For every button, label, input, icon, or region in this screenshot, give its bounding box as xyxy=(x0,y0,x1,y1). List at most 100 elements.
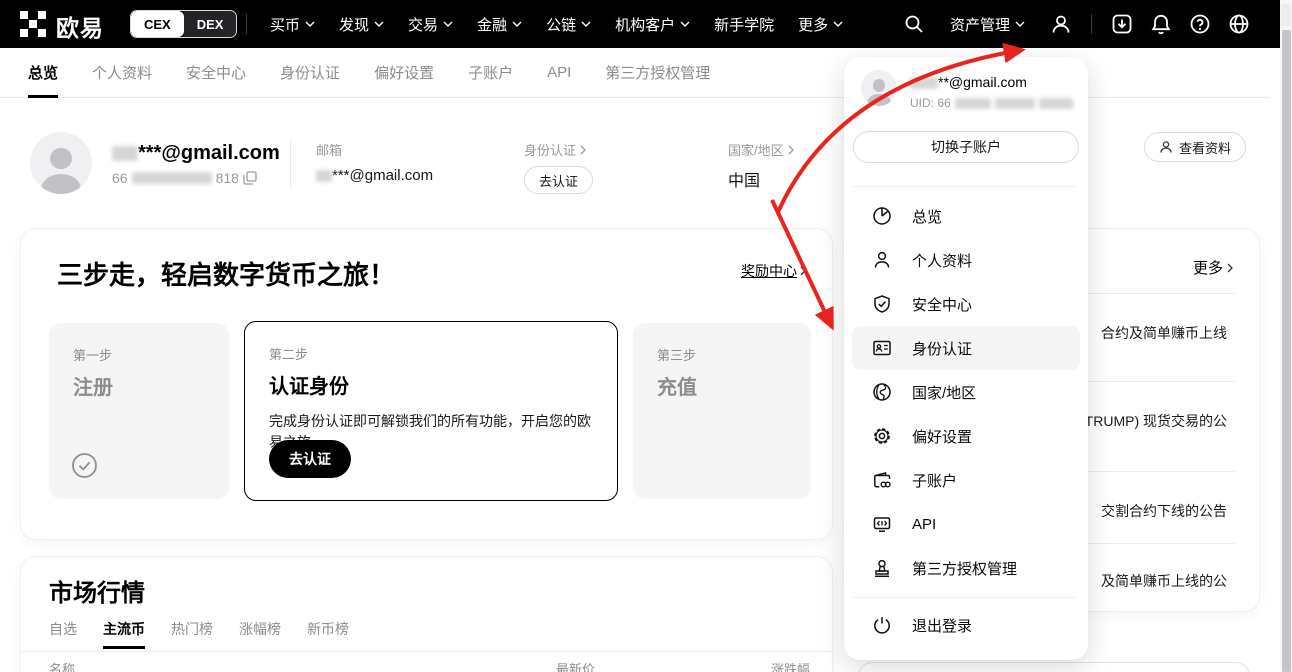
menu-subaccounts[interactable]: 子账户 xyxy=(852,458,1080,502)
market-tab-hot[interactable]: 热门榜 xyxy=(171,619,213,649)
toggle-dex[interactable]: DEX xyxy=(184,11,237,37)
market-card: 市场行情 自选 主流币 热门榜 涨幅榜 新币榜 名称 最新价 涨跌幅 xyxy=(20,556,833,672)
search-icon[interactable] xyxy=(903,13,925,35)
tab-preferences[interactable]: 偏好设置 xyxy=(374,48,434,98)
market-tab-favorites[interactable]: 自选 xyxy=(49,619,77,649)
globe-icon[interactable] xyxy=(1228,13,1250,35)
step-title: 充值 xyxy=(657,371,787,400)
tab-identity-verification[interactable]: 身份认证 xyxy=(280,48,340,98)
kyc-field: 身份认证 去认证 xyxy=(524,140,593,194)
column-change: 涨跌幅 xyxy=(771,659,810,672)
stamp-icon xyxy=(872,558,892,578)
market-tab-new[interactable]: 新币榜 xyxy=(307,619,349,649)
help-icon[interactable] xyxy=(1189,13,1211,35)
download-icon[interactable] xyxy=(1111,13,1133,35)
gear-icon xyxy=(872,426,892,446)
announcement-item[interactable]: 交割合约下线的公告 xyxy=(1101,501,1227,521)
step-deposit-card: 第三步 充值 xyxy=(633,323,811,499)
bell-icon[interactable] xyxy=(1150,13,1172,35)
onboarding-card: 三步走，轻启数字货币之旅！ 奖励中心 第一步 注册 第二步 认证身份 完成身份认… xyxy=(20,228,833,540)
dropdown-email: **@gmail.com xyxy=(910,74,1027,90)
okx-account-overview-page: 欧易 CEX DEX 买币 发现 交易 金融 公链 机构客户 新手学院 更多 资… xyxy=(0,0,1292,672)
email-field: 邮箱 ***@gmail.com xyxy=(316,140,433,184)
cex-dex-toggle: CEX DEX xyxy=(130,10,237,38)
tab-api[interactable]: API xyxy=(547,48,571,98)
chevron-right-icon xyxy=(800,266,806,276)
announcements-more-link[interactable]: 更多 xyxy=(1193,257,1233,278)
nav-chains[interactable]: 公链 xyxy=(546,14,591,35)
background-panel xyxy=(858,662,1250,672)
scrollbar-thumb[interactable] xyxy=(1282,30,1291,672)
divider xyxy=(21,651,832,652)
dropdown-menu: 总览 个人资料 安全中心 身份认证 国家/地区 偏好设置 xyxy=(852,194,1080,590)
tab-overview[interactable]: 总览 xyxy=(28,48,58,98)
step-register-card: 第一步 注册 xyxy=(49,323,229,499)
kyc-label[interactable]: 身份认证 xyxy=(524,140,593,159)
account-icon[interactable] xyxy=(1050,13,1072,35)
chevron-right-icon xyxy=(580,145,586,155)
nav-trade[interactable]: 交易 xyxy=(408,14,453,35)
menu-preferences[interactable]: 偏好设置 xyxy=(852,414,1080,458)
menu-security-center[interactable]: 安全中心 xyxy=(852,282,1080,326)
email-label: 邮箱 xyxy=(316,140,433,159)
globe-icon xyxy=(872,382,892,402)
id-card-icon xyxy=(872,338,892,358)
column-name: 名称 xyxy=(49,659,75,672)
chevron-down-icon xyxy=(512,21,522,27)
market-tab-mainstream[interactable]: 主流币 xyxy=(103,619,145,649)
menu-third-party-auth[interactable]: 第三方授权管理 xyxy=(852,546,1080,590)
menu-api[interactable]: API xyxy=(852,502,1080,546)
assets-menu[interactable]: 资产管理 xyxy=(950,14,1025,35)
divider xyxy=(853,186,1076,187)
navbar-right-cluster: 资产管理 xyxy=(903,0,1250,48)
dropdown-uid: UID: 66 xyxy=(910,96,1073,110)
tab-personal-info[interactable]: 个人资料 xyxy=(92,48,152,98)
nav-discover[interactable]: 发现 xyxy=(339,14,384,35)
okx-logo-icon[interactable] xyxy=(20,11,46,37)
region-label[interactable]: 国家/地区 xyxy=(728,140,794,159)
account-dropdown: **@gmail.com UID: 66 切换子账户 总览 个人资料 安全中心 … xyxy=(844,57,1088,660)
pie-chart-icon xyxy=(872,206,892,226)
nav-more[interactable]: 更多 xyxy=(798,14,843,35)
step-number: 第二步 xyxy=(269,344,593,363)
dropdown-logout-section: 退出登录 xyxy=(852,603,1080,647)
nav-finance[interactable]: 金融 xyxy=(477,14,522,35)
divider xyxy=(853,597,1076,598)
chevron-down-icon xyxy=(1015,21,1025,27)
menu-identity-verification[interactable]: 身份认证 xyxy=(852,326,1080,370)
tab-security-center[interactable]: 安全中心 xyxy=(186,48,246,98)
scrollbar-up-button[interactable] xyxy=(1281,4,1291,26)
nav-institutions[interactable]: 机构客户 xyxy=(615,14,690,35)
toggle-cex[interactable]: CEX xyxy=(131,11,184,37)
divider xyxy=(290,140,291,188)
brand-name[interactable]: 欧易 xyxy=(56,9,104,43)
view-profile-button[interactable]: 查看资料 xyxy=(1144,132,1246,162)
chevron-down-icon xyxy=(581,21,591,27)
go-verify-button[interactable]: 去认证 xyxy=(269,440,351,478)
announcement-item[interactable]: TRUMP) 现货交易的公 xyxy=(1085,411,1227,431)
tab-subaccounts[interactable]: 子账户 xyxy=(468,48,513,98)
market-tab-gainers[interactable]: 涨幅榜 xyxy=(239,619,281,649)
chevron-down-icon xyxy=(680,21,690,27)
account-email: ***@gmail.com xyxy=(112,142,280,165)
switch-subaccount-button[interactable]: 切换子账户 xyxy=(853,131,1079,163)
copy-icon[interactable] xyxy=(243,171,257,185)
verify-now-button[interactable]: 去认证 xyxy=(524,166,593,194)
nav-buy-crypto[interactable]: 买币 xyxy=(270,14,315,35)
menu-country-region[interactable]: 国家/地区 xyxy=(852,370,1080,414)
shield-check-icon xyxy=(872,294,892,314)
navbar-divider xyxy=(1091,14,1092,34)
menu-overview[interactable]: 总览 xyxy=(852,194,1080,238)
avatar xyxy=(30,132,92,194)
market-title: 市场行情 xyxy=(49,573,145,608)
page-scrollbar[interactable] xyxy=(1280,0,1292,672)
tab-third-party-auth[interactable]: 第三方授权管理 xyxy=(605,48,710,98)
announcement-item[interactable]: 合约及简单赚币上线 xyxy=(1101,323,1227,343)
user-icon xyxy=(872,250,892,270)
nav-academy[interactable]: 新手学院 xyxy=(714,14,774,35)
menu-personal-info[interactable]: 个人资料 xyxy=(852,238,1080,282)
market-tabs: 自选 主流币 热门榜 涨幅榜 新币榜 xyxy=(49,619,349,649)
menu-logout[interactable]: 退出登录 xyxy=(852,603,1080,647)
announcement-item[interactable]: 及简单赚币上线的公 xyxy=(1101,571,1227,591)
rewards-center-link[interactable]: 奖励中心 xyxy=(741,261,806,281)
